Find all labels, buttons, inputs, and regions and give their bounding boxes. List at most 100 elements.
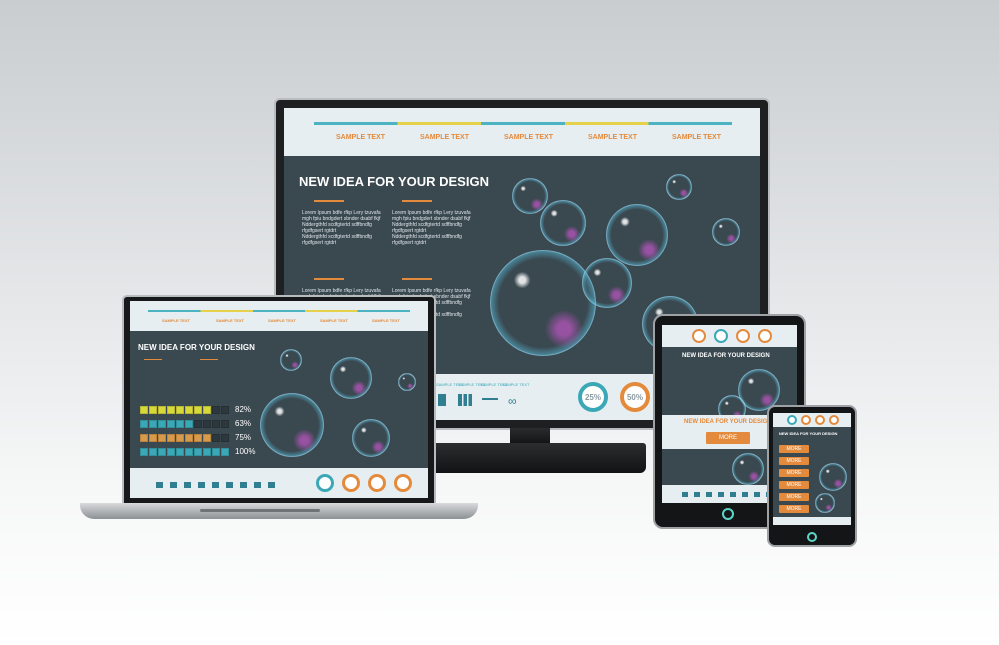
progress-cell [149, 447, 157, 456]
laptop-footer [130, 468, 428, 498]
bubble-image [398, 373, 416, 391]
progress-label: 63% [235, 419, 252, 428]
progress-cell [203, 447, 211, 456]
desktop-nav-item[interactable]: SAMPLE TEXT [336, 134, 385, 141]
desktop-nav-item[interactable]: SAMPLE TEXT [672, 134, 721, 141]
progress-cell [158, 433, 166, 442]
link-icon[interactable]: ∞ [508, 394, 517, 408]
progress-cell [167, 433, 175, 442]
progress-cell [158, 447, 166, 456]
icon-row [156, 482, 276, 488]
bubble-image [582, 258, 632, 308]
progress-cell [194, 405, 202, 414]
tablet-home-button[interactable] [722, 508, 734, 520]
progress-cell [140, 447, 148, 456]
progress-cell [221, 433, 229, 442]
bubble-image [352, 419, 390, 457]
bubble-image [512, 178, 548, 214]
progress-donut-50: 50% [620, 382, 650, 412]
progress-cell [167, 447, 175, 456]
progress-donut [394, 474, 412, 492]
bubble-image [666, 174, 692, 200]
laptop-header: SAMPLE TEXT SAMPLE TEXT SAMPLE TEXT SAMP… [130, 301, 428, 331]
laptop-nav-bar [148, 310, 410, 312]
laptop-divider [200, 359, 218, 360]
desktop-page-title: NEW IDEA FOR YOUR DESIGN [299, 174, 489, 189]
more-button[interactable]: MORE [779, 445, 809, 453]
progress-label: 75% [235, 433, 252, 442]
network-icon[interactable] [482, 398, 498, 404]
laptop-nav-item[interactable]: SAMPLE TEXT [162, 318, 190, 323]
progress-cell [212, 433, 220, 442]
more-button[interactable]: MORE [706, 432, 750, 444]
phone-nav-icon[interactable] [815, 415, 825, 425]
progress-cell [176, 433, 184, 442]
phone-nav-icon[interactable] [801, 415, 811, 425]
progress-cell [185, 447, 193, 456]
bubble-image [606, 204, 668, 266]
tablet-nav-icon[interactable] [692, 329, 706, 343]
laptop-nav-item[interactable]: SAMPLE TEXT [216, 318, 244, 323]
progress-cell [149, 419, 157, 428]
bar-chart-icon[interactable] [458, 394, 472, 406]
laptop-screen: SAMPLE TEXT SAMPLE TEXT SAMPLE TEXT SAMP… [130, 301, 428, 498]
progress-cell [221, 419, 229, 428]
desktop-nav-item[interactable]: SAMPLE TEXT [588, 134, 637, 141]
more-button[interactable]: MORE [779, 481, 809, 489]
bubble-image [490, 250, 596, 356]
progress-cell [149, 433, 157, 442]
desktop-divider [314, 278, 344, 280]
icon-row [682, 492, 778, 497]
progress-bar-2: 63% [140, 419, 251, 428]
bubble-image [280, 349, 302, 371]
progress-cell [167, 419, 175, 428]
progress-cell [185, 433, 193, 442]
bubble-image [815, 493, 835, 513]
progress-cell [194, 433, 202, 442]
progress-cell [185, 405, 193, 414]
phone-header [773, 413, 851, 427]
bubble-image [540, 200, 586, 246]
footer-label: SAMPLE TEXT [502, 382, 530, 387]
desktop-text-block: Lorem Ipsum bdfe rfkp Lery tzuvafa mgh f… [302, 210, 381, 246]
progress-cell [140, 405, 148, 414]
progress-cell [140, 419, 148, 428]
desktop-nav-bar [314, 122, 732, 125]
more-button[interactable]: MORE [779, 505, 809, 513]
tablet-page-title: NEW IDEA FOR YOUR DESIGN [682, 353, 770, 359]
phone-footer [773, 517, 851, 525]
progress-cell [176, 447, 184, 456]
laptop-nav-item[interactable]: SAMPLE TEXT [320, 318, 348, 323]
phone-screen: NEW IDEA FOR YOUR DESIGN MORE MORE MORE … [773, 413, 851, 525]
tablet-nav-icon[interactable] [714, 329, 728, 343]
more-button[interactable]: MORE [779, 493, 809, 501]
desktop-nav-item[interactable]: SAMPLE TEXT [420, 134, 469, 141]
progress-donut [316, 474, 334, 492]
phone-nav-icon[interactable] [787, 415, 797, 425]
desktop-divider [314, 200, 344, 202]
progress-bar-1: 82% [140, 405, 251, 414]
phone-nav-icon[interactable] [829, 415, 839, 425]
laptop-nav-item[interactable]: SAMPLE TEXT [268, 318, 296, 323]
phone-home-button[interactable] [807, 532, 817, 542]
progress-cell [203, 419, 211, 428]
progress-cell [212, 447, 220, 456]
progress-cell [158, 405, 166, 414]
more-button[interactable]: MORE [779, 457, 809, 465]
progress-bar-4: 100% [140, 447, 255, 456]
monitor-stand-base [410, 443, 646, 473]
tablet-nav-icon[interactable] [736, 329, 750, 343]
desktop-text-block: Lorem Ipsum bdfe rfkp Lery tzuvafa mgh f… [392, 210, 471, 246]
tablet-nav-icon[interactable] [758, 329, 772, 343]
bubble-image [732, 453, 764, 485]
more-button[interactable]: MORE [779, 469, 809, 477]
laptop-nav-item[interactable]: SAMPLE TEXT [372, 318, 400, 323]
bubble-image [819, 463, 847, 491]
progress-cell [140, 433, 148, 442]
document-icon[interactable] [438, 394, 446, 406]
progress-donut [342, 474, 360, 492]
progress-cell [221, 447, 229, 456]
desktop-nav-item[interactable]: SAMPLE TEXT [504, 134, 553, 141]
progress-cell [194, 447, 202, 456]
tablet-subtitle: NEW IDEA FOR YOUR DESIGN [684, 419, 772, 425]
